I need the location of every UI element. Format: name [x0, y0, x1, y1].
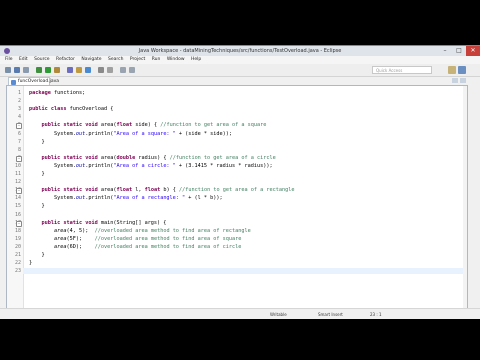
tab-funcoverload[interactable]: funcOverload.java — [8, 77, 59, 85]
line-number: 16 — [14, 211, 21, 218]
editor-tab-strip: funcOverload.java — [6, 77, 468, 85]
code-line[interactable]: area(6D); //overloaded area method to fi… — [29, 244, 241, 250]
code-line[interactable]: System.out.println("Area of a rectangle:… — [29, 195, 223, 201]
menu-run[interactable]: Run — [152, 56, 161, 64]
code-line[interactable]: } — [29, 171, 44, 177]
status-bar: Writable Smart Insert 23 : 1 — [0, 308, 480, 319]
line-number: 20 — [14, 243, 21, 250]
new-package-icon[interactable] — [76, 67, 82, 73]
save-all-icon[interactable] — [23, 67, 29, 73]
open-type-icon[interactable] — [98, 67, 104, 73]
line-number: 3 — [17, 106, 21, 113]
eclipse-window: Java Workspace - dataMiningTechniques/sr… — [0, 45, 480, 319]
code-line[interactable]: } — [29, 203, 44, 209]
back-icon[interactable] — [120, 67, 126, 73]
line-number: 8 — [17, 146, 21, 153]
line-number: 15 — [14, 203, 21, 210]
line-number: 6 — [17, 130, 21, 137]
perspective-java-icon[interactable] — [458, 66, 466, 74]
line-number: 7 — [17, 138, 21, 145]
java-file-icon — [11, 79, 16, 85]
maximize-editor-icon[interactable] — [460, 78, 466, 83]
line-number: 12 — [14, 179, 21, 186]
line-number: 18 — [14, 227, 21, 234]
code-line[interactable]: } — [29, 139, 44, 145]
menu-edit[interactable]: Edit — [19, 56, 28, 64]
line-number: 10 — [14, 162, 21, 169]
menu-window[interactable]: Window — [167, 56, 185, 64]
external-tools-icon[interactable] — [54, 67, 60, 73]
menu-source[interactable]: Source — [34, 56, 49, 64]
menu-search[interactable]: Search — [108, 56, 123, 64]
fold-toggle-icon[interactable]: − — [16, 155, 22, 162]
code-line[interactable]: public static void area(double radius) {… — [29, 155, 276, 161]
tab-label: funcOverload.java — [18, 79, 60, 84]
maximize-icon[interactable]: □ — [452, 46, 466, 56]
debug-icon[interactable] — [36, 67, 42, 73]
code-line[interactable]: public static void area(float side) { //… — [29, 122, 267, 128]
code-line[interactable]: System.out.println("Area of a circle: " … — [29, 163, 273, 169]
forward-icon[interactable] — [129, 67, 135, 73]
code-line[interactable]: package functions; — [29, 90, 85, 96]
save-icon[interactable] — [14, 67, 20, 73]
menu-file[interactable]: File — [5, 56, 13, 64]
minimize-editor-icon[interactable] — [452, 78, 458, 83]
perspective-java-ee-icon[interactable] — [448, 66, 456, 74]
toolbar: Quick Access — [0, 64, 480, 77]
new-class-icon[interactable] — [85, 67, 91, 73]
new-icon[interactable] — [5, 67, 11, 73]
line-number: 4 — [17, 114, 21, 121]
code-line[interactable]: } — [29, 252, 44, 258]
line-number: 11 — [14, 171, 21, 177]
line-number: 23 — [14, 268, 21, 275]
code-line[interactable]: } — [29, 260, 32, 266]
line-number: 21 — [14, 252, 21, 258]
menu-navigate[interactable]: Navigate — [81, 56, 101, 64]
line-number: 19 — [14, 235, 21, 242]
minimize-icon[interactable]: – — [438, 46, 452, 56]
run-icon[interactable] — [45, 67, 51, 73]
menu-help[interactable]: Help — [191, 56, 201, 64]
code-line[interactable]: public class funcOverload { — [29, 106, 113, 112]
line-number: 22 — [14, 260, 21, 267]
cursor-position: 23 : 1 — [370, 312, 382, 317]
code-editor[interactable]: 1 package functions; 2 ​ 3 public class funcO… — [6, 85, 468, 309]
menu-bar: File Edit Source Refactor Navigate Searc… — [0, 56, 480, 64]
code-line[interactable]: area(5F); //overloaded area method to fi… — [29, 236, 241, 242]
code-line[interactable]: public static void main(String[] args) { — [29, 220, 167, 226]
search-icon[interactable] — [107, 67, 113, 73]
menu-refactor[interactable]: Refactor — [56, 56, 75, 64]
line-number: 14 — [14, 195, 21, 202]
quick-access-input[interactable]: Quick Access — [372, 66, 432, 74]
title-bar: Java Workspace - dataMiningTechniques/sr… — [0, 46, 480, 56]
fold-toggle-icon[interactable]: − — [16, 188, 22, 195]
window-title: Java Workspace - dataMiningTechniques/sr… — [138, 48, 342, 54]
current-code-line[interactable]: ​ — [23, 268, 467, 275]
code-line[interactable]: public static void area(float l, float b… — [29, 187, 295, 193]
fold-toggle-icon[interactable]: − — [16, 220, 22, 227]
insert-mode-status: Smart Insert — [318, 312, 343, 317]
close-icon[interactable]: ✕ — [466, 46, 480, 56]
fold-toggle-icon[interactable]: − — [16, 123, 22, 130]
writable-status: Writable — [270, 312, 287, 317]
code-line[interactable]: System.out.println("Area of a square: " … — [29, 131, 232, 137]
line-number: 2 — [17, 98, 21, 105]
vertical-scrollbar[interactable] — [463, 86, 467, 308]
code-line[interactable]: area(4, 5); //overloaded area method to … — [29, 228, 251, 234]
line-number: 1 — [17, 90, 21, 96]
new-java-project-icon[interactable] — [67, 67, 73, 73]
menu-project[interactable]: Project — [130, 56, 145, 64]
